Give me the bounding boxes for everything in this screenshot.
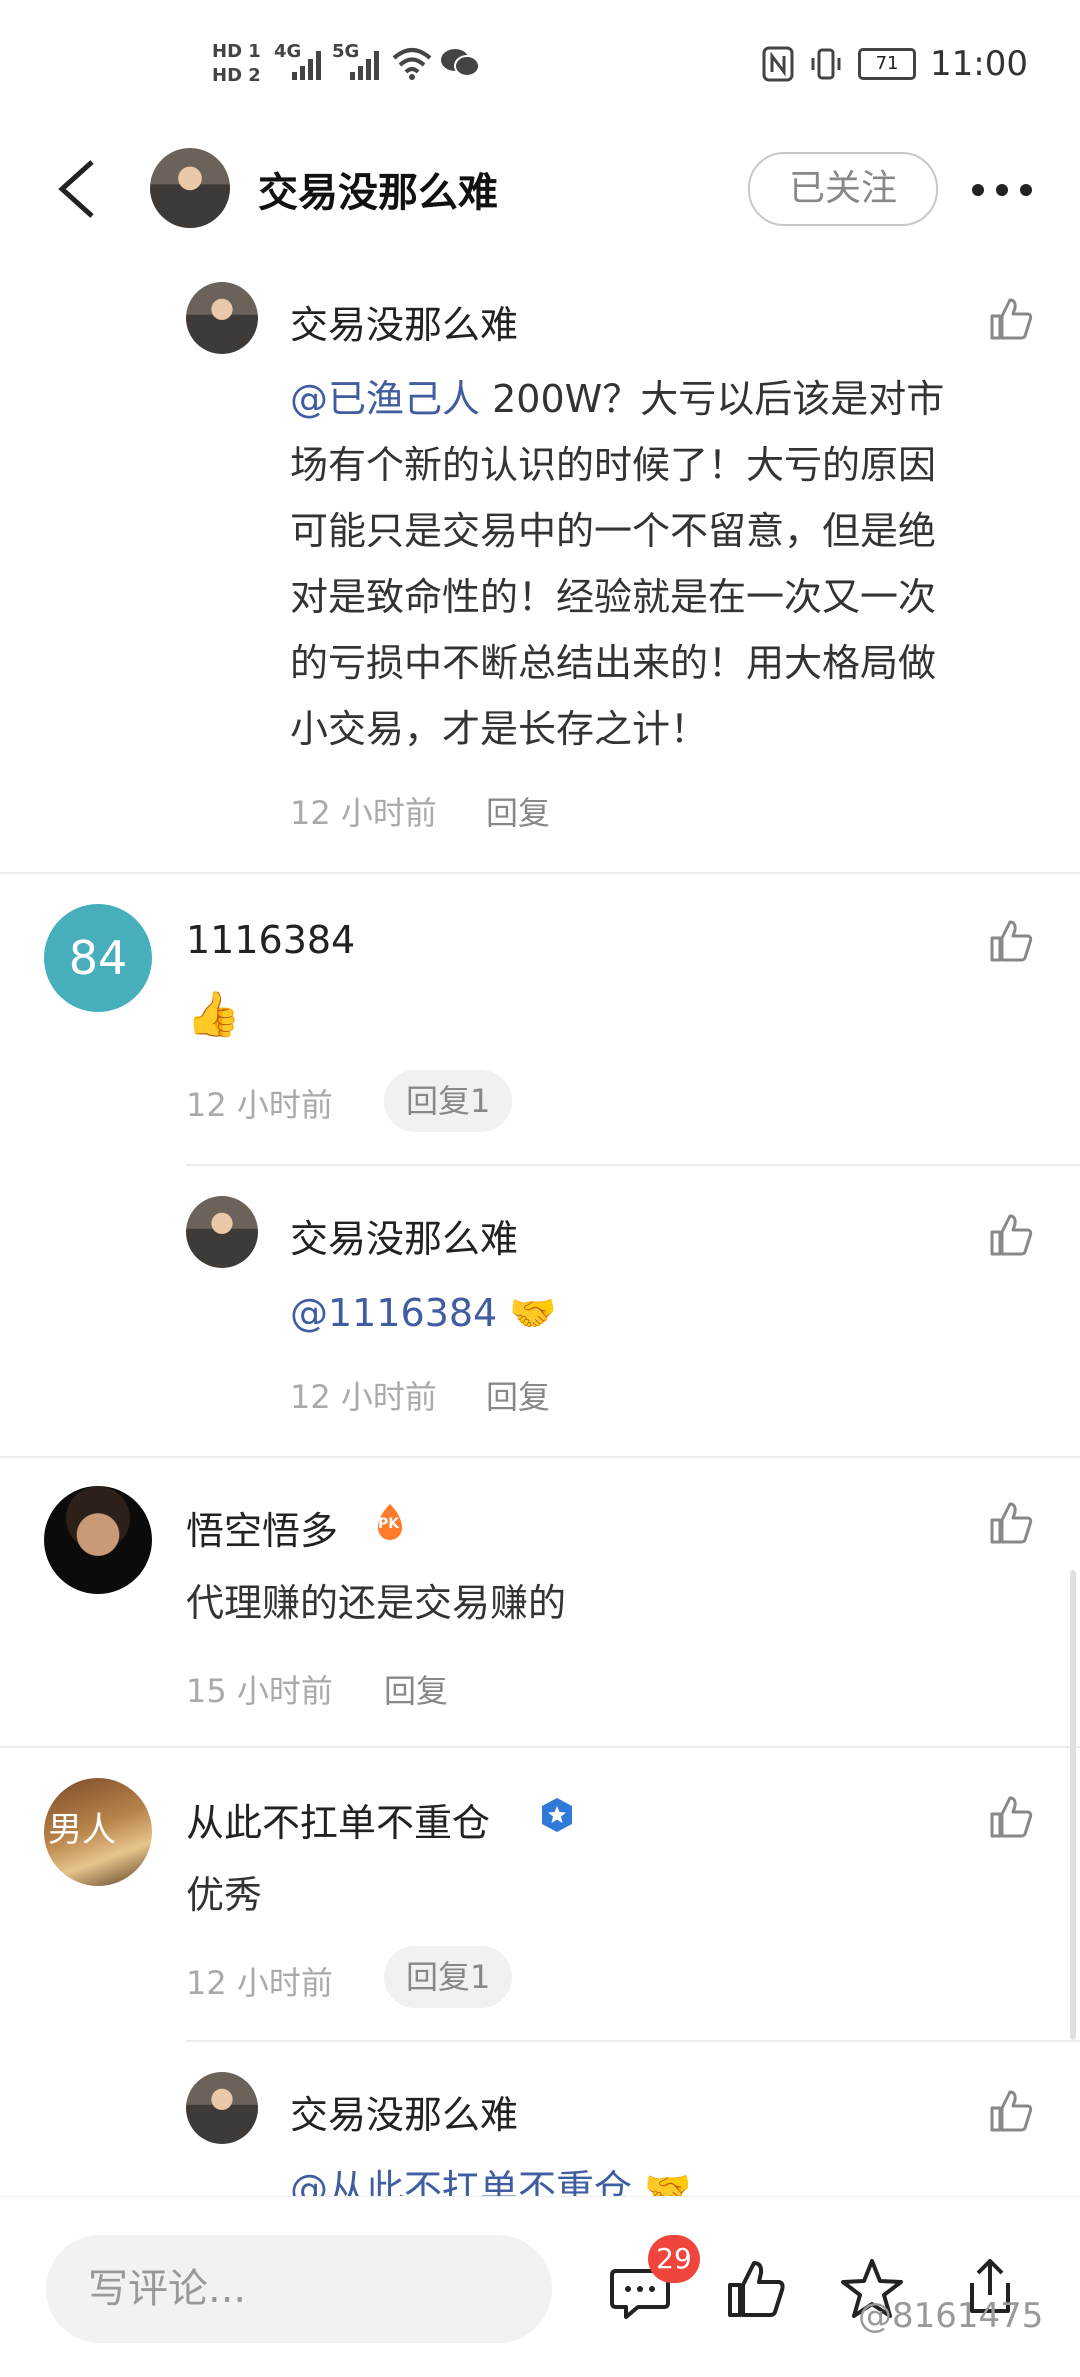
like-icon[interactable] xyxy=(988,2088,1034,2134)
scrollbar[interactable] xyxy=(1070,1570,1076,2040)
comment-text: @从此不扛单不重仓 🤝 xyxy=(290,2156,1030,2196)
mention-link[interactable]: @从此不扛单不重仓 xyxy=(290,2167,632,2196)
like-icon[interactable] xyxy=(724,2257,788,2321)
bottom-action-bar: 写评论... 29 xyxy=(0,2196,1080,2377)
comment-input[interactable]: 写评论... xyxy=(46,2235,552,2343)
comment-author[interactable]: 交易没那么难 xyxy=(290,2084,518,2139)
comment-item: 交易没那么难 @从此不扛单不重仓 🤝 xyxy=(0,0,1080,2196)
handshake-emoji: 🤝 xyxy=(644,2167,692,2196)
avatar[interactable] xyxy=(186,2072,258,2144)
watermark: @8161475 xyxy=(858,2296,1044,2336)
comment-count-badge: 29 xyxy=(648,2235,700,2283)
